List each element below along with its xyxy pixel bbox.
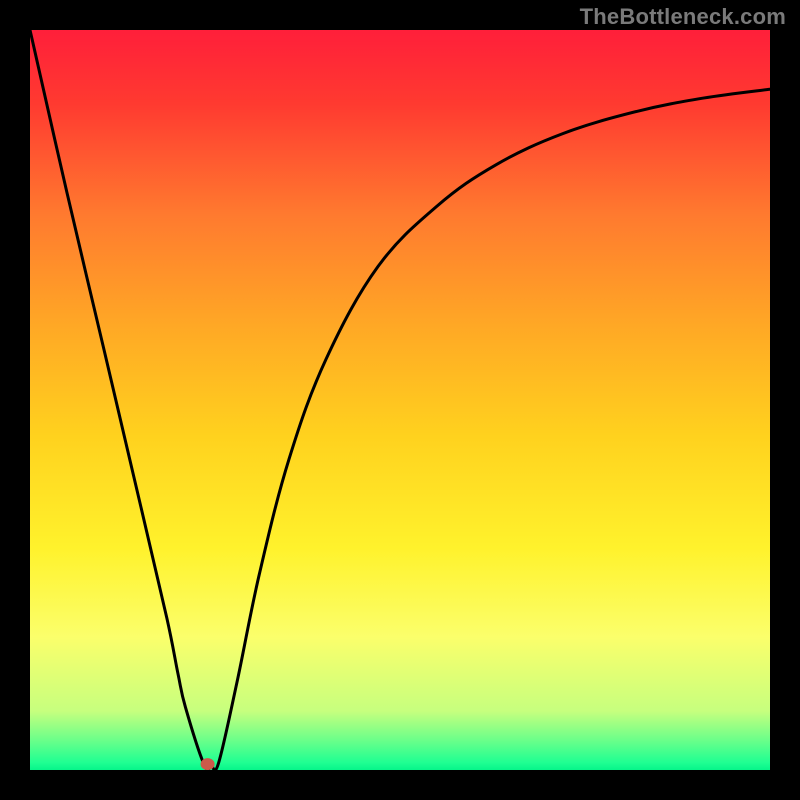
chart-frame: TheBottleneck.com [0, 0, 800, 800]
watermark-text: TheBottleneck.com [580, 4, 786, 30]
optimal-point-marker [30, 30, 770, 770]
plot-area [30, 30, 770, 770]
